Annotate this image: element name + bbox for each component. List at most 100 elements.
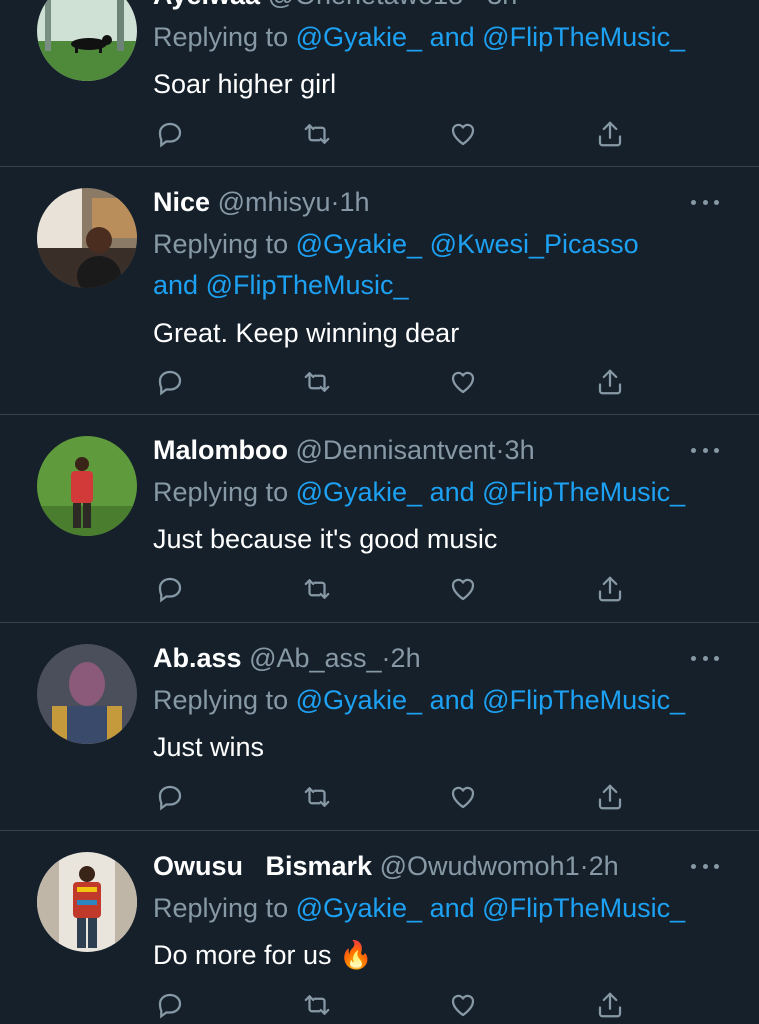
retweet-button[interactable] [300, 988, 334, 1022]
user-handle[interactable]: @Ohenetawo18 [268, 0, 464, 10]
like-button[interactable] [446, 780, 480, 814]
reply-icon [155, 119, 185, 149]
mention-link[interactable]: @Kwesi_Picasso [430, 229, 639, 259]
tweet-header: Owusu Bismark @Owudwomoh1·2h [153, 849, 689, 883]
retweet-button[interactable] [300, 780, 334, 814]
armored-villain-avatar-image [37, 644, 137, 744]
more-icon[interactable] [691, 653, 719, 663]
share-button[interactable] [593, 780, 627, 814]
display-name[interactable]: Ayeiwaa [153, 0, 260, 10]
tweet-header: Ab.ass @Ab_ass_·2h [153, 641, 689, 675]
tweet[interactable]: Malomboo @Dennisantvent·3h Replying to @… [0, 415, 759, 623]
retweet-button[interactable] [300, 117, 334, 151]
timestamp[interactable]: 2h [391, 643, 421, 673]
retweet-icon [302, 574, 332, 604]
tweet-actions [153, 117, 633, 151]
more-icon[interactable] [691, 445, 719, 455]
avatar[interactable] [37, 852, 137, 952]
tweet-text: Soar higher girl [153, 69, 337, 99]
reply-button[interactable] [153, 780, 187, 814]
share-button[interactable] [593, 365, 627, 399]
replying-to: Replying to @Gyakie_ and @FlipTheMusic_ [153, 17, 739, 58]
timestamp[interactable]: 3h [487, 0, 517, 10]
tweet-actions [153, 572, 633, 606]
man-red-shirt-avatar-image [37, 436, 137, 536]
user-handle[interactable]: @Owudwomoh1 [380, 851, 580, 881]
reply-button[interactable] [153, 117, 187, 151]
tweet-header: Nice @mhisyu·1h [153, 185, 689, 219]
user-handle[interactable]: @Dennisantvent [296, 435, 496, 465]
mention-link[interactable]: @FlipTheMusic_ [482, 685, 685, 715]
avatar[interactable] [37, 644, 137, 744]
like-icon [448, 119, 478, 149]
tweet-text: Great. Keep winning dear [153, 318, 460, 348]
reply-button[interactable] [153, 572, 187, 606]
retweet-button[interactable] [300, 365, 334, 399]
separator: · [495, 435, 505, 465]
like-button[interactable] [446, 572, 480, 606]
tweet[interactable]: Ab.ass @Ab_ass_·2h Replying to @Gyakie_ … [0, 623, 759, 831]
reply-icon [155, 367, 185, 397]
like-button[interactable] [446, 365, 480, 399]
display-name[interactable]: Ab.ass [153, 643, 242, 673]
separator: · [381, 643, 391, 673]
mention-link[interactable]: @Gyakie_ [296, 685, 422, 715]
mention-link[interactable]: @Gyakie_ [296, 477, 422, 507]
retweet-icon [302, 367, 332, 397]
tweet-text: Do more for us 🔥 [153, 938, 739, 972]
retweet-icon [302, 782, 332, 812]
mention-link[interactable]: @Gyakie_ [296, 229, 422, 259]
reply-button[interactable] [153, 365, 187, 399]
tweet[interactable]: Owusu Bismark @Owudwomoh1·2h Replying to… [0, 831, 759, 1024]
user-handle[interactable]: @Ab_ass_ [249, 643, 381, 673]
share-icon [595, 367, 625, 397]
replying-to: Replying to @Gyakie_ and @FlipTheMusic_ [153, 680, 739, 721]
mention-and[interactable]: and [153, 270, 198, 300]
more-icon[interactable] [691, 861, 719, 871]
tweet[interactable]: Nice @mhisyu·1h Replying to @Gyakie_ @Kw… [0, 167, 759, 415]
like-button[interactable] [446, 988, 480, 1022]
user-handle[interactable]: @mhisyu [218, 187, 331, 217]
avatar[interactable] [37, 436, 137, 536]
timestamp[interactable]: 1h [340, 187, 370, 217]
like-icon [448, 782, 478, 812]
reply-button[interactable] [153, 988, 187, 1022]
timestamp[interactable]: 3h [505, 435, 535, 465]
tweet-header: Ayeiwaa @Ohenetawo18 · 3h [153, 0, 689, 12]
tweet-header: Malomboo @Dennisantvent·3h [153, 433, 689, 467]
like-button[interactable] [446, 117, 480, 151]
mention-link[interactable]: @Gyakie_ [296, 22, 422, 52]
display-name[interactable]: Owusu Bismark [153, 851, 372, 881]
share-button[interactable] [593, 117, 627, 151]
timestamp[interactable]: 2h [589, 851, 619, 881]
mention-and[interactable]: and [430, 685, 475, 715]
like-icon [448, 990, 478, 1020]
share-button[interactable] [593, 572, 627, 606]
replying-to: Replying to @Gyakie_ @Kwesi_Picasso and … [153, 224, 739, 306]
avatar[interactable] [37, 188, 137, 288]
mention-link[interactable]: @FlipTheMusic_ [482, 22, 685, 52]
reply-icon [155, 574, 185, 604]
share-icon [595, 990, 625, 1020]
retweet-button[interactable] [300, 572, 334, 606]
mention-link[interactable]: @FlipTheMusic_ [482, 477, 685, 507]
mention-and[interactable]: and [430, 22, 475, 52]
share-button[interactable] [593, 988, 627, 1022]
replying-to-label: Replying to [153, 893, 289, 923]
tweet[interactable]: Ayeiwaa @Ohenetawo18 · 3h Replying to @G… [0, 0, 759, 167]
avatar[interactable] [37, 0, 137, 81]
tweet-actions [153, 988, 633, 1022]
mention-link[interactable]: @FlipTheMusic_ [206, 270, 409, 300]
fire-emoji: 🔥 [339, 940, 373, 970]
mention-and[interactable]: and [430, 477, 475, 507]
replying-to-label: Replying to [153, 229, 289, 259]
display-name[interactable]: Malomboo [153, 435, 288, 465]
display-name[interactable]: Nice [153, 187, 210, 217]
separator: · [330, 187, 340, 217]
mention-link[interactable]: @FlipTheMusic_ [482, 893, 685, 923]
mention-and[interactable]: and [430, 893, 475, 923]
reply-icon [155, 782, 185, 812]
more-icon[interactable] [691, 197, 719, 207]
mention-link[interactable]: @Gyakie_ [296, 893, 422, 923]
share-icon [595, 782, 625, 812]
